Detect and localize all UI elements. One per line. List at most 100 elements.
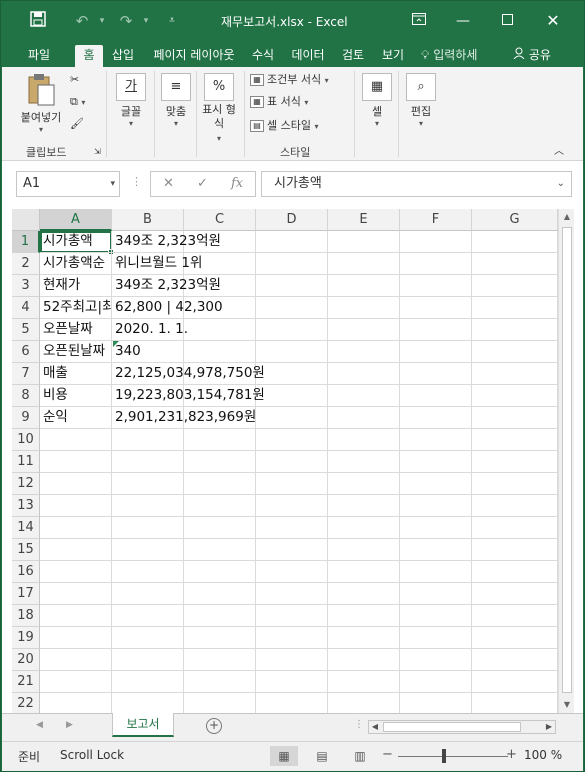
cell-e22[interactable] xyxy=(328,693,400,713)
cell-a17[interactable] xyxy=(40,583,112,605)
prev-sheet-icon[interactable]: ◀ xyxy=(36,720,43,730)
cell-e4[interactable] xyxy=(328,297,400,319)
cell-g19[interactable] xyxy=(472,627,558,649)
cell-g18[interactable] xyxy=(472,605,558,627)
cell-d17[interactable] xyxy=(256,583,328,605)
cell-a16[interactable] xyxy=(40,561,112,583)
cell-d16[interactable] xyxy=(256,561,328,583)
clipboard-launcher-icon[interactable]: ⇲ xyxy=(94,143,101,161)
cell-g22[interactable] xyxy=(472,693,558,713)
cell-f12[interactable] xyxy=(400,473,472,495)
column-header-d[interactable]: D xyxy=(256,209,328,231)
cell-f2[interactable] xyxy=(400,253,472,275)
cell-g11[interactable] xyxy=(472,451,558,473)
zoom-in-icon[interactable]: + xyxy=(506,747,517,762)
ribbon-display-icon[interactable] xyxy=(401,9,437,33)
row-header-8[interactable]: 8 xyxy=(12,385,40,407)
cell-b14[interactable] xyxy=(112,517,184,539)
tell-me-search[interactable]: 💡︎ 입력하세 xyxy=(421,45,477,65)
cell-b5[interactable]: 2020. 1. 1. xyxy=(112,319,188,341)
cell-e10[interactable] xyxy=(328,429,400,451)
zoom-level[interactable]: 100 % xyxy=(524,748,562,762)
cell-a5[interactable]: 오픈날짜 xyxy=(40,319,112,341)
horizontal-scroll-thumb[interactable] xyxy=(383,722,521,732)
cell-b20[interactable] xyxy=(112,649,184,671)
scroll-down-icon[interactable]: ▼ xyxy=(559,697,575,713)
cell-g20[interactable] xyxy=(472,649,558,671)
cell-f10[interactable] xyxy=(400,429,472,451)
column-header-g[interactable]: G xyxy=(472,209,558,231)
cell-c11[interactable] xyxy=(184,451,256,473)
font-button[interactable]: 가 글꼴 ▾ xyxy=(112,73,150,128)
row-header-13[interactable]: 13 xyxy=(12,495,40,517)
cell-b1[interactable]: 349조 2,323억원 xyxy=(112,231,221,253)
save-icon[interactable] xyxy=(27,11,49,31)
cell-e16[interactable] xyxy=(328,561,400,583)
cell-c5[interactable] xyxy=(184,319,256,341)
cell-a12[interactable] xyxy=(40,473,112,495)
cell-c6[interactable] xyxy=(184,341,256,363)
cell-b10[interactable] xyxy=(112,429,184,451)
cell-d6[interactable] xyxy=(256,341,328,363)
cell-d9[interactable] xyxy=(256,407,328,429)
cell-c12[interactable] xyxy=(184,473,256,495)
cell-a2[interactable]: 시가총액순 xyxy=(40,253,112,275)
cell-a7[interactable]: 매출 xyxy=(40,363,112,385)
cell-b21[interactable] xyxy=(112,671,184,693)
zoom-slider[interactable] xyxy=(398,756,508,757)
cell-b22[interactable] xyxy=(112,693,184,713)
cell-g12[interactable] xyxy=(472,473,558,495)
row-header-14[interactable]: 14 xyxy=(12,517,40,539)
cell-e20[interactable] xyxy=(328,649,400,671)
zoom-out-icon[interactable]: − xyxy=(382,747,393,762)
cell-g9[interactable] xyxy=(472,407,558,429)
copy-icon[interactable]: ⧉ ▾ xyxy=(70,93,85,112)
cell-e6[interactable] xyxy=(328,341,400,363)
cell-e18[interactable] xyxy=(328,605,400,627)
add-sheet-icon[interactable]: + xyxy=(206,718,222,734)
row-header-6[interactable]: 6 xyxy=(12,341,40,363)
cell-b8[interactable]: 19,223,803,154,781원 xyxy=(112,385,265,407)
cell-b13[interactable] xyxy=(112,495,184,517)
cell-a21[interactable] xyxy=(40,671,112,693)
cell-e1[interactable] xyxy=(328,231,400,253)
cell-d18[interactable] xyxy=(256,605,328,627)
sheet-tab-report[interactable]: 보고서 xyxy=(112,713,174,737)
cell-e17[interactable] xyxy=(328,583,400,605)
cell-f19[interactable] xyxy=(400,627,472,649)
cell-a18[interactable] xyxy=(40,605,112,627)
tab-view[interactable]: 보기 xyxy=(375,45,411,67)
cell-c17[interactable] xyxy=(184,583,256,605)
cell-e13[interactable] xyxy=(328,495,400,517)
normal-view-icon[interactable]: ▦ xyxy=(270,746,298,766)
cell-c10[interactable] xyxy=(184,429,256,451)
row-header-16[interactable]: 16 xyxy=(12,561,40,583)
insert-function-icon[interactable]: fx xyxy=(231,176,243,191)
cell-f15[interactable] xyxy=(400,539,472,561)
cell-c13[interactable] xyxy=(184,495,256,517)
row-header-20[interactable]: 20 xyxy=(12,649,40,671)
cell-a1[interactable]: 시가총액 xyxy=(40,231,112,253)
cell-e8[interactable] xyxy=(328,385,400,407)
maximize-icon[interactable] xyxy=(489,9,525,33)
cell-d21[interactable] xyxy=(256,671,328,693)
zoom-slider-thumb[interactable] xyxy=(442,749,446,763)
cell-c15[interactable] xyxy=(184,539,256,561)
cell-c14[interactable] xyxy=(184,517,256,539)
column-header-f[interactable]: F xyxy=(400,209,472,231)
cell-f4[interactable] xyxy=(400,297,472,319)
cell-b15[interactable] xyxy=(112,539,184,561)
cell-a9[interactable]: 순익 xyxy=(40,407,112,429)
minimize-icon[interactable]: — xyxy=(445,9,481,33)
worksheet-grid[interactable]: ABCDEFG 1 2 3 4 5 6 7 8 9 10 11 12 13 14 15 16 17 18 19 20 2… xyxy=(2,207,583,713)
enter-icon[interactable]: ✓ xyxy=(197,176,208,191)
share-button[interactable]: 공유 xyxy=(513,45,551,65)
formula-input[interactable]: 시가총액 ⌄ xyxy=(261,171,572,197)
cell-c21[interactable] xyxy=(184,671,256,693)
cell-d13[interactable] xyxy=(256,495,328,517)
cell-d10[interactable] xyxy=(256,429,328,451)
cell-a14[interactable] xyxy=(40,517,112,539)
row-header-4[interactable]: 4 xyxy=(12,297,40,319)
row-header-1[interactable]: 1 xyxy=(12,231,40,253)
cell-f9[interactable] xyxy=(400,407,472,429)
